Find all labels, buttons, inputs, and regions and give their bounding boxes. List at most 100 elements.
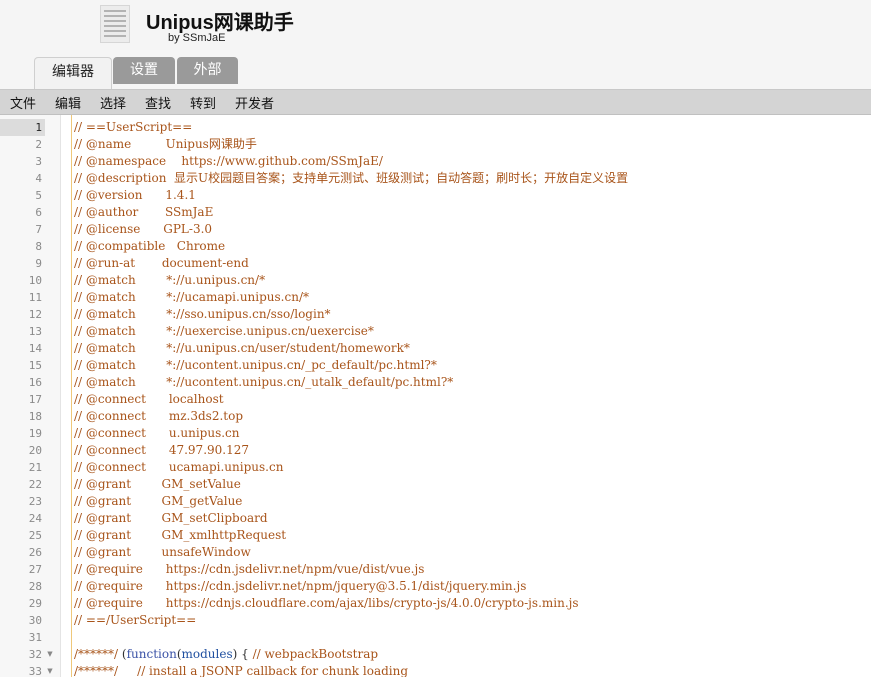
- tab-external[interactable]: 外部: [177, 57, 238, 84]
- line-number: 6: [35, 206, 42, 219]
- code-text: // @author SSmJaE: [74, 205, 214, 219]
- line-number: 28: [28, 580, 42, 593]
- code-text: // @match *://sso.unipus.cn/sso/login*: [74, 307, 331, 321]
- code-text: // ==UserScript==: [74, 120, 193, 134]
- code-text: // @grant GM_xmlhttpRequest: [74, 528, 287, 542]
- app-title: Unipus网课助手: [146, 12, 294, 34]
- line-number: 11: [28, 291, 42, 304]
- line-number: 2: [35, 138, 42, 151]
- code-line[interactable]: 9 // @run-at document-end: [0, 255, 871, 272]
- line-number: 23: [28, 495, 42, 508]
- code-text: // @grant GM_setClipboard: [74, 511, 268, 525]
- line-number: 33: [28, 665, 42, 677]
- line-number: 9: [35, 257, 42, 270]
- code-line[interactable]: 14 // @match *://u.unipus.cn/user/student…: [0, 340, 871, 357]
- app-subtitle: by SSmJaE: [168, 32, 226, 44]
- code-text: // @connect 47.97.90.127: [74, 443, 249, 457]
- line-number: 19: [28, 427, 42, 440]
- code-text: // @grant GM_setValue: [74, 477, 241, 491]
- code-line[interactable]: 13 // @match *://uexercise.unipus.cn/uexe…: [0, 323, 871, 340]
- line-number: 24: [28, 512, 42, 525]
- line-number: 27: [28, 563, 42, 576]
- code-text: // @namespace https://www.github.com/SSm…: [74, 154, 383, 168]
- code-text: // @name Unipus网课助手: [74, 137, 257, 151]
- menu-bar: 文件 编辑 选择 查找 转到 开发者: [0, 89, 871, 115]
- code-text: // @license GPL-3.0: [74, 222, 213, 236]
- code-line[interactable]: 21 // @connect ucamapi.unipus.cn: [0, 459, 871, 476]
- code-text: // @compatible Chrome: [74, 239, 226, 253]
- code-line[interactable]: 30 // ==/UserScript==: [0, 612, 871, 629]
- line-number: 30: [28, 614, 42, 627]
- line-number: 7: [35, 223, 42, 236]
- code-line[interactable]: 31: [0, 629, 871, 646]
- code-line[interactable]: 29 // @require https://cdnjs.cloudflare.c…: [0, 595, 871, 612]
- script-logo-icon: [100, 5, 130, 43]
- code-line[interactable]: 24 // @grant GM_setClipboard: [0, 510, 871, 527]
- code-line[interactable]: 16 // @match *://ucontent.unipus.cn/_utal…: [0, 374, 871, 391]
- code-text: // ==/UserScript==: [74, 613, 197, 627]
- line-number: 21: [28, 461, 42, 474]
- code-line[interactable]: 10 // @match *://u.unipus.cn/*: [0, 272, 871, 289]
- line-number: 17: [28, 393, 42, 406]
- line-number: 1: [35, 121, 42, 134]
- code-line[interactable]: 19 // @connect u.unipus.cn: [0, 425, 871, 442]
- code-line[interactable]: 1 // ==UserScript==: [0, 119, 871, 136]
- code-text: // @require https://cdnjs.cloudflare.com…: [74, 596, 579, 610]
- code-line[interactable]: 4 // @description 显示U校园题目答案；支持单元测试、班级测试；自…: [0, 170, 871, 187]
- line-number: 12: [28, 308, 42, 321]
- code-line[interactable]: 17 // @connect localhost: [0, 391, 871, 408]
- code-line[interactable]: 25 // @grant GM_xmlhttpRequest: [0, 527, 871, 544]
- code-line[interactable]: 20 // @connect 47.97.90.127: [0, 442, 871, 459]
- fold-toggle-icon[interactable]: ▼: [45, 663, 55, 677]
- line-number: 16: [28, 376, 42, 389]
- code-text: // @connect mz.3ds2.top: [74, 409, 244, 423]
- line-number: 8: [35, 240, 42, 253]
- code-text: // @match *://ucontent.unipus.cn/_utalk_…: [74, 375, 454, 389]
- code-text: // @require https://cdn.jsdelivr.net/npm…: [74, 579, 527, 593]
- code-line[interactable]: 28 // @require https://cdn.jsdelivr.net/n…: [0, 578, 871, 595]
- menu-file[interactable]: 文件: [10, 93, 36, 112]
- code-line[interactable]: 12 // @match *://sso.unipus.cn/sso/login*: [0, 306, 871, 323]
- code-line[interactable]: 18 // @connect mz.3ds2.top: [0, 408, 871, 425]
- menu-edit[interactable]: 编辑: [55, 93, 81, 112]
- menu-developer[interactable]: 开发者: [235, 93, 274, 112]
- code-line[interactable]: 32 ▼ /******/ (function(modules) { // webp…: [0, 646, 871, 663]
- code-line[interactable]: 27 // @require https://cdn.jsdelivr.net/n…: [0, 561, 871, 578]
- code-line[interactable]: 2 // @name Unipus网课助手: [0, 136, 871, 153]
- code-line[interactable]: 3 // @namespace https://www.github.com/SS…: [0, 153, 871, 170]
- code-line[interactable]: 6 // @author SSmJaE: [0, 204, 871, 221]
- tab-settings[interactable]: 设置: [113, 57, 175, 84]
- line-number: 31: [28, 631, 42, 644]
- code-line[interactable]: 5 // @version 1.4.1: [0, 187, 871, 204]
- menu-find[interactable]: 查找: [145, 93, 171, 112]
- code-text: // @match *://ucamapi.unipus.cn/*: [74, 290, 309, 304]
- code-text: // @match *://uexercise.unipus.cn/uexerc…: [74, 324, 374, 338]
- code-text: /******/ (function(modules) { // webpack…: [74, 647, 379, 661]
- code-editor[interactable]: 1 // ==UserScript== 2 // @name Unipus网课助手 3 /…: [0, 115, 871, 677]
- code-line[interactable]: 7 // @license GPL-3.0: [0, 221, 871, 238]
- code-line[interactable]: 15 // @match *://ucontent.unipus.cn/_pc_d…: [0, 357, 871, 374]
- code-text: // @connect localhost: [74, 392, 224, 406]
- code-line[interactable]: 33 ▼ /******/ // install a JSONP callback …: [0, 663, 871, 677]
- code-text: // @match *://u.unipus.cn/*: [74, 273, 266, 287]
- code-line[interactable]: 11 // @match *://ucamapi.unipus.cn/*: [0, 289, 871, 306]
- line-number: 4: [35, 172, 42, 185]
- code-text: // @grant unsafeWindow: [74, 545, 251, 559]
- code-text: // @connect u.unipus.cn: [74, 426, 240, 440]
- line-number: 15: [28, 359, 42, 372]
- menu-select[interactable]: 选择: [100, 93, 126, 112]
- code-text: // @run-at document-end: [74, 256, 249, 270]
- fold-toggle-icon[interactable]: ▼: [45, 646, 55, 663]
- line-number: 13: [28, 325, 42, 338]
- line-number: 20: [28, 444, 42, 457]
- code-line[interactable]: 23 // @grant GM_getValue: [0, 493, 871, 510]
- line-number: 22: [28, 478, 42, 491]
- tab-editor[interactable]: 编辑器: [34, 57, 112, 89]
- line-number: 18: [28, 410, 42, 423]
- code-line[interactable]: 26 // @grant unsafeWindow: [0, 544, 871, 561]
- line-number: 29: [28, 597, 42, 610]
- code-line[interactable]: 8 // @compatible Chrome: [0, 238, 871, 255]
- code-line[interactable]: 22 // @grant GM_setValue: [0, 476, 871, 493]
- menu-goto[interactable]: 转到: [190, 93, 216, 112]
- line-number: 26: [28, 546, 42, 559]
